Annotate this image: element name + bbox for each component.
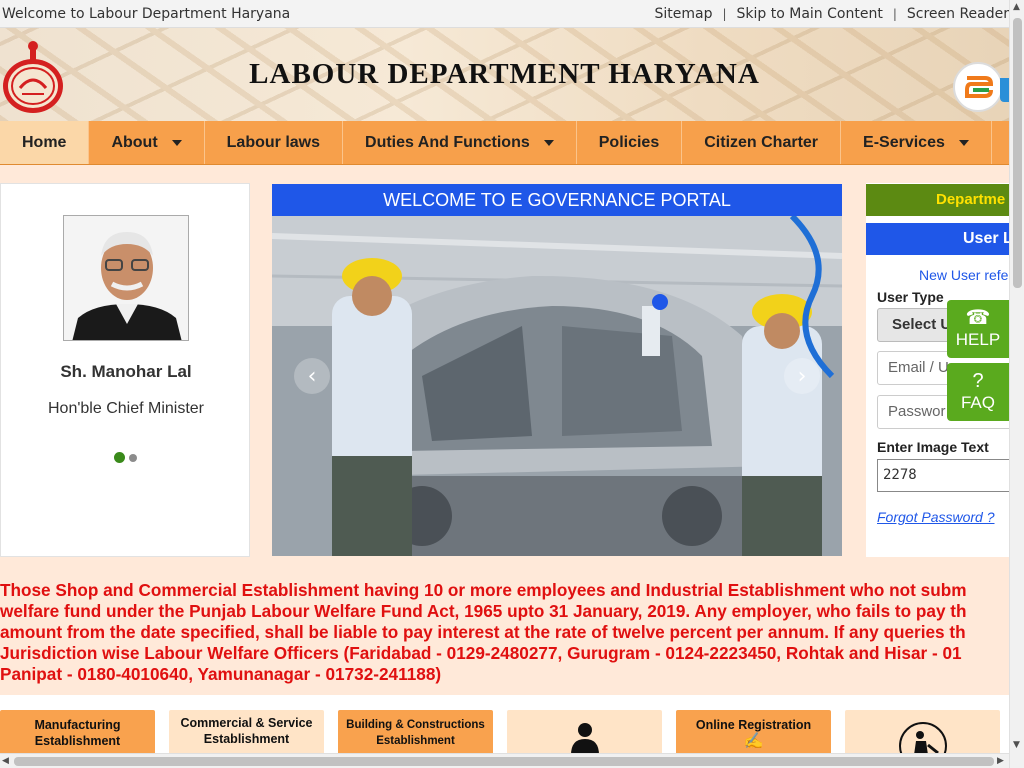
main-content: Sh. Manohar Lal Hon'ble Chief Minister W… [0, 165, 1017, 695]
scroll-up-icon[interactable]: ▲ [1013, 2, 1020, 12]
nav-label: E-Services [863, 134, 945, 151]
nav-label: Citizen Charter [704, 134, 819, 151]
car-factory-image [272, 216, 842, 556]
site-title: LABOUR DEPARTMENT HARYANA [249, 58, 760, 90]
skip-to-main-link[interactable]: Skip to Main Content [737, 6, 883, 22]
top-bar: Welcome to Labour Department Haryana Sit… [0, 0, 1009, 28]
tile-commercial-service[interactable]: Commercial & Service Establishment [169, 710, 324, 756]
page: Welcome to Labour Department Haryana Sit… [0, 0, 1024, 768]
screen-reader-link[interactable]: Screen Reader [907, 6, 1009, 22]
tile-label: Manufacturing Establishment [34, 718, 121, 748]
carousel-next-button[interactable]: › [784, 358, 820, 394]
nav-home[interactable]: Home [0, 121, 90, 164]
tile-worker[interactable] [845, 710, 1000, 768]
notice-line: welfare fund under the Punjab Labour Wel… [0, 601, 967, 621]
tile-employee[interactable] [507, 710, 662, 756]
user-login-button[interactable]: User L [866, 223, 1016, 255]
captcha-input[interactable]: 2278 [877, 459, 1017, 492]
help-label: HELP [955, 330, 1001, 349]
chief-minister-card: Sh. Manohar Lal Hon'ble Chief Minister [0, 183, 250, 557]
image-text-label: Enter Image Text [877, 439, 989, 455]
nav-labour-laws[interactable]: Labour laws [205, 121, 344, 164]
chief-minister-name: Sh. Manohar Lal [60, 362, 192, 381]
main-nav: Home About Labour laws Duties And Functi… [0, 121, 1009, 165]
scroll-left-icon[interactable]: ◀ [2, 756, 9, 766]
site-header: LABOUR DEPARTMENT HARYANA [0, 28, 1010, 122]
registration-icon: ✍ [743, 733, 764, 750]
horizontal-scrollbar[interactable]: ◀ ▶ [0, 753, 1009, 768]
horizontal-scroll-thumb[interactable] [14, 757, 994, 766]
caret-down-icon [543, 140, 554, 146]
scroll-down-icon[interactable]: ▼ [1013, 740, 1020, 750]
nav-about[interactable]: About [89, 121, 205, 164]
chief-minister-photo [63, 215, 189, 341]
chief-minister-title: Hon'ble Chief Minister [47, 400, 204, 417]
tile-building-construction[interactable]: Building & Constructions Establishment [338, 710, 493, 756]
scroll-right-icon[interactable]: ▶ [997, 756, 1004, 766]
nav-policies[interactable]: Policies [577, 121, 683, 164]
tile-label: Online Registration [695, 718, 812, 732]
slider-dot-active[interactable] [114, 452, 125, 463]
tile-label: Commercial & Service Establishment [180, 716, 313, 746]
slider-dot[interactable] [129, 453, 137, 462]
tile-label: Building & Constructions Establishment [346, 719, 485, 747]
question-icon: ? [972, 370, 984, 392]
tile-manufacturing[interactable]: Manufacturing Establishment [0, 710, 155, 756]
notice-line: Panipat - 0180-4010640, Yamunanagar - 01… [0, 664, 442, 684]
notice-line: amount from the date specified, shall be… [0, 622, 966, 642]
top-links: Sitemap | Skip to Main Content | Screen … [655, 6, 1010, 22]
image-carousel: ‹ › [272, 216, 842, 556]
service-tiles: Manufacturing Establishment Commercial &… [0, 710, 1009, 768]
faq-button[interactable]: ? FAQ [947, 363, 1009, 421]
nav-label: Policies [598, 134, 660, 151]
person-icon [570, 723, 599, 755]
notice-line: Those Shop and Commercial Establishment … [0, 580, 967, 600]
caret-down-icon [958, 140, 969, 146]
nav-more[interactable]: N [992, 121, 1009, 164]
department-login-button[interactable]: Departme [866, 184, 1016, 216]
sitemap-link[interactable]: Sitemap [655, 6, 713, 22]
forgot-password-link[interactable]: Forgot Password ? [877, 509, 995, 525]
faq-label: FAQ [960, 393, 995, 412]
nav-label: Labour laws [226, 134, 321, 151]
vertical-scroll-thumb[interactable] [1013, 18, 1022, 288]
help-button[interactable]: ☎ HELP [947, 300, 1009, 358]
portal-panel: WELCOME TO E GOVERNANCE PORTAL ‹ › [272, 184, 842, 556]
separator: | [722, 6, 727, 21]
nav-label: About [111, 134, 158, 151]
portal-heading: WELCOME TO E GOVERNANCE PORTAL [272, 184, 842, 216]
phone-icon: ☎ [965, 307, 991, 329]
separator: | [892, 6, 897, 21]
carousel-prev-button[interactable]: ‹ [294, 358, 330, 394]
slider-dots [114, 452, 137, 463]
nav-label: Duties And Functions [365, 134, 530, 151]
caret-down-icon [171, 140, 182, 146]
digital-india-logo-icon[interactable] [953, 62, 1003, 112]
nav-e-services[interactable]: E-Services [841, 121, 992, 164]
nav-label: Home [22, 134, 67, 151]
user-type-label: User Type [877, 289, 944, 305]
notice-marquee: Those Shop and Commercial Establishment … [0, 580, 1009, 685]
welcome-text: Welcome to Labour Department Haryana [2, 5, 291, 22]
new-user-link[interactable]: New User refe [919, 267, 1008, 283]
nav-duties-and-functions[interactable]: Duties And Functions [343, 121, 577, 164]
vertical-scrollbar[interactable]: ▲ ▼ [1009, 0, 1024, 768]
nav-citizen-charter[interactable]: Citizen Charter [682, 121, 842, 164]
notice-line: Jurisdiction wise Labour Welfare Officer… [0, 643, 962, 663]
tile-online-registration[interactable]: Online Registration ✍ [676, 710, 831, 756]
